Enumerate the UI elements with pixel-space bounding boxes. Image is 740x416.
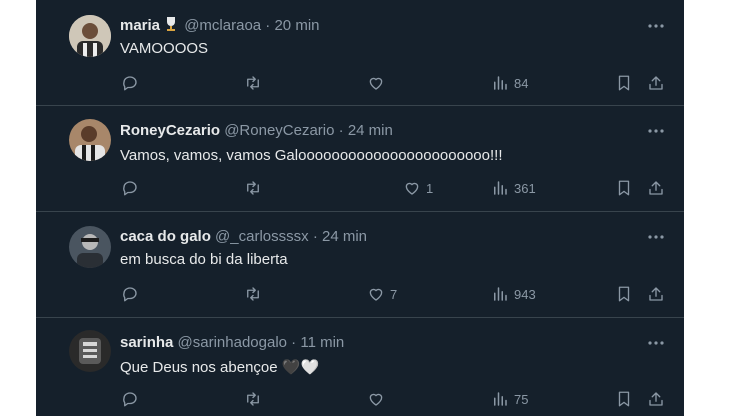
reply-button[interactable] [121, 177, 139, 199]
bookmark-button[interactable] [615, 72, 633, 94]
reply-button[interactable] [121, 388, 139, 410]
author-handle[interactable]: @sarinhadogalo [178, 334, 287, 351]
author-name[interactable]: maria [120, 17, 160, 34]
tweet-header: maria @mclaraoa · 20 min [120, 16, 320, 36]
author-name[interactable]: sarinha [120, 334, 173, 351]
like-icon [405, 182, 419, 195]
bookmark-button[interactable] [615, 388, 633, 410]
share-icon [649, 287, 663, 301]
like-button[interactable] [367, 388, 390, 410]
views-icon [494, 287, 507, 301]
bookmark-icon [618, 180, 630, 196]
views-icon [494, 392, 507, 406]
bookmark-button[interactable] [615, 177, 633, 199]
share-icon [649, 181, 663, 195]
bookmark-icon [618, 391, 630, 407]
author-handle[interactable]: @mclaraoa [184, 17, 261, 34]
bookmark-button[interactable] [615, 283, 633, 305]
separator-dot: · [265, 17, 271, 34]
tweet-actions: 1 361 [36, 177, 684, 199]
author-handle[interactable]: @RoneyCezario [224, 122, 334, 139]
tweet-header: sarinha @sarinhadogalo · 11 min [120, 334, 344, 351]
retweet-button[interactable] [244, 283, 262, 305]
views-button[interactable]: 943 [491, 283, 536, 305]
tweet-time[interactable]: 11 min [300, 334, 344, 351]
like-icon [369, 288, 383, 301]
views-icon [494, 76, 507, 90]
retweet-button[interactable] [244, 177, 262, 199]
more-icon[interactable] [647, 122, 665, 140]
view-count: 943 [514, 286, 536, 302]
retweet-icon [247, 392, 259, 406]
author-name[interactable]: caca do galo [120, 228, 211, 245]
avatar[interactable] [69, 330, 111, 372]
more-icon[interactable] [647, 228, 665, 246]
reply-button[interactable] [121, 72, 139, 94]
tweet[interactable]: caca do galo @_carlossssx · 24 min em bu… [36, 212, 684, 318]
view-count: 361 [514, 180, 536, 196]
tweet-text: Que Deus nos abençoe 🖤🤍 [120, 359, 320, 376]
like-button[interactable]: 1 [403, 177, 433, 199]
like-icon [369, 393, 383, 406]
tweet-time[interactable]: 20 min [274, 17, 319, 34]
like-button[interactable] [367, 72, 390, 94]
like-icon [369, 77, 383, 90]
tweet-actions: 7 943 [36, 283, 684, 305]
share-button[interactable] [647, 388, 665, 410]
separator-dot: · [291, 334, 297, 351]
retweet-button[interactable] [244, 72, 262, 94]
like-count: 1 [426, 180, 434, 196]
tweet-actions: 84 [36, 72, 684, 94]
view-count: 84 [514, 75, 529, 91]
tweet[interactable]: RoneyCezario @RoneyCezario · 24 min Vamo… [36, 106, 684, 212]
reply-icon [123, 76, 137, 91]
share-icon [649, 76, 663, 90]
retweet-icon [247, 76, 259, 90]
views-button[interactable]: 361 [491, 177, 536, 199]
retweet-icon [247, 181, 259, 195]
separator-dot: · [312, 228, 318, 245]
tweet-header: RoneyCezario @RoneyCezario · 24 min [120, 122, 393, 139]
view-count: 75 [514, 391, 529, 407]
tweet-text: VAMOOOOS [120, 40, 209, 57]
views-icon [494, 181, 507, 195]
tweet-text: em busca do bi da liberta [120, 251, 288, 268]
avatar[interactable] [69, 226, 111, 268]
reply-icon [123, 392, 137, 407]
separator-dot: · [338, 122, 344, 139]
share-button[interactable] [647, 177, 665, 199]
reply-icon [123, 287, 137, 302]
share-button[interactable] [647, 72, 665, 94]
bookmark-icon [618, 75, 630, 91]
like-button[interactable]: 7 [367, 283, 397, 305]
share-icon [649, 392, 663, 406]
like-count: 7 [390, 286, 398, 302]
reply-icon [123, 181, 137, 196]
tweet-header: caca do galo @_carlossssx · 24 min [120, 228, 367, 245]
more-icon[interactable] [647, 17, 665, 35]
avatar[interactable] [69, 119, 111, 161]
author-name[interactable]: RoneyCezario [120, 122, 220, 139]
tweet[interactable]: maria @mclaraoa · 20 min VAMOOOOS 84 [36, 0, 684, 106]
tweet[interactable]: sarinha @sarinhadogalo · 11 min Que Deus… [36, 318, 684, 416]
bookmark-icon [618, 286, 630, 302]
views-button[interactable]: 84 [491, 72, 528, 94]
avatar[interactable] [69, 15, 111, 57]
timeline-feed: maria @mclaraoa · 20 min VAMOOOOS 84 Ron… [36, 0, 684, 416]
share-button[interactable] [647, 283, 665, 305]
tweet-actions: 75 [36, 388, 684, 410]
author-handle[interactable]: @_carlossssx [215, 228, 309, 245]
tweet-time[interactable]: 24 min [322, 228, 367, 245]
more-icon[interactable] [647, 334, 665, 352]
retweet-button[interactable] [244, 388, 262, 410]
trophy-icon [164, 16, 178, 36]
tweet-time[interactable]: 24 min [348, 122, 393, 139]
retweet-icon [247, 287, 259, 301]
tweet-text: Vamos, vamos, vamos Galooooooooooooooooo… [120, 147, 503, 164]
reply-button[interactable] [121, 283, 139, 305]
views-button[interactable]: 75 [491, 388, 528, 410]
